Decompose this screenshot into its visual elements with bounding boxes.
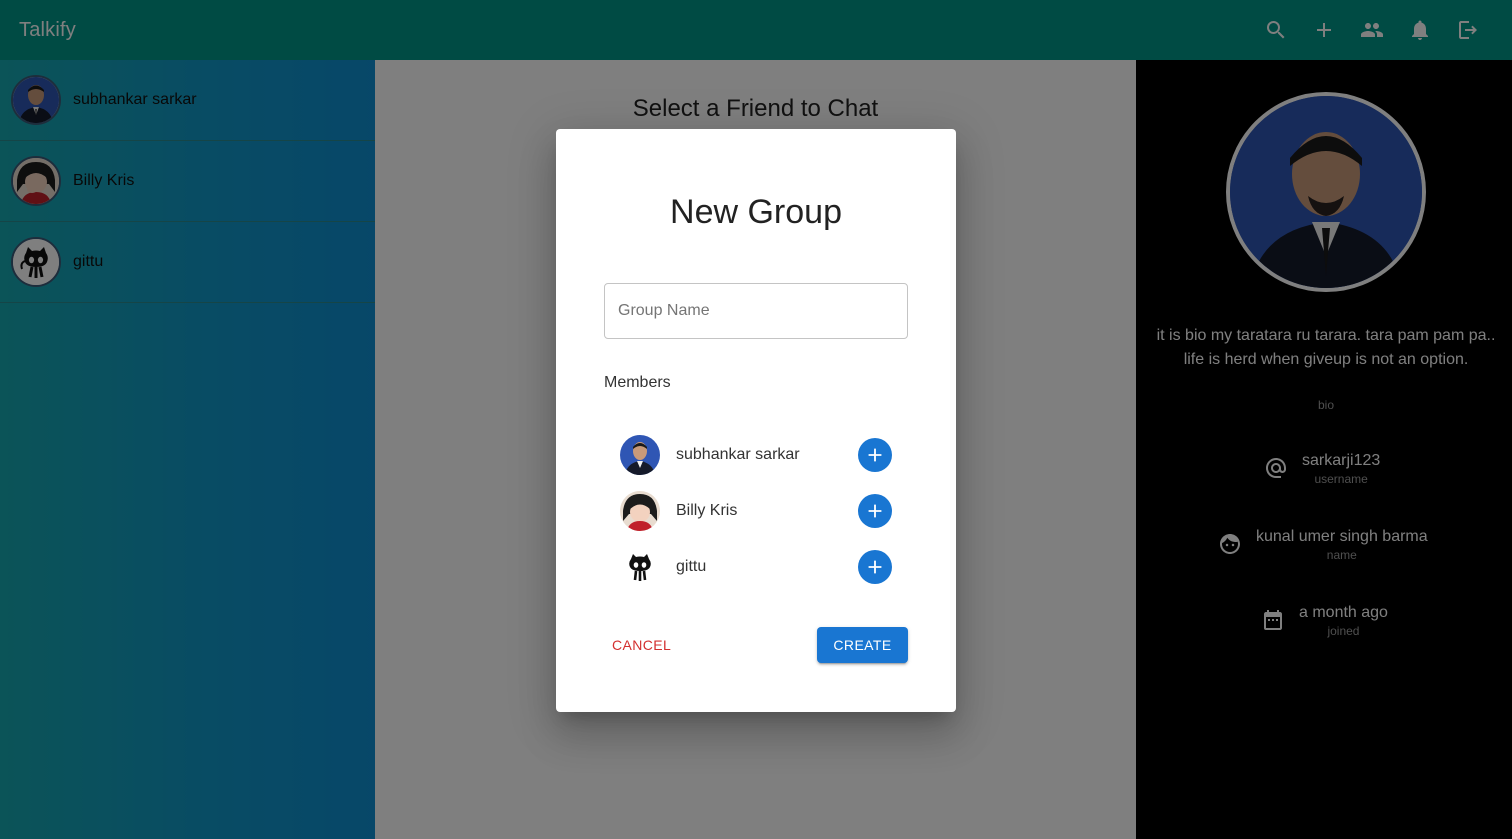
members-label: Members (604, 374, 671, 391)
member-row: Billy Kris (620, 491, 892, 531)
member-name: subhankar sarkar (676, 446, 800, 463)
add-member-button[interactable] (858, 494, 892, 528)
new-group-dialog: New Group Members subhankar sarkar Billy… (556, 129, 956, 712)
add-member-button[interactable] (858, 550, 892, 584)
octocat-avatar (620, 547, 660, 587)
dialog-title: New Group (670, 193, 842, 231)
group-name-input[interactable] (604, 283, 908, 339)
add-member-button[interactable] (858, 438, 892, 472)
member-row: subhankar sarkar (620, 435, 892, 475)
create-button[interactable]: CREATE (817, 627, 908, 663)
add-icon (868, 560, 882, 574)
cancel-button[interactable]: CANCEL (604, 627, 679, 663)
member-name: gittu (676, 558, 707, 575)
add-icon (868, 504, 882, 518)
anime-girl-avatar (620, 491, 660, 531)
app-root: Talkify subhankar sarkar (0, 0, 1512, 839)
member-row: gittu (620, 547, 892, 587)
person-portrait-avatar (620, 435, 660, 475)
add-icon (868, 448, 882, 462)
member-name: Billy Kris (676, 502, 738, 519)
